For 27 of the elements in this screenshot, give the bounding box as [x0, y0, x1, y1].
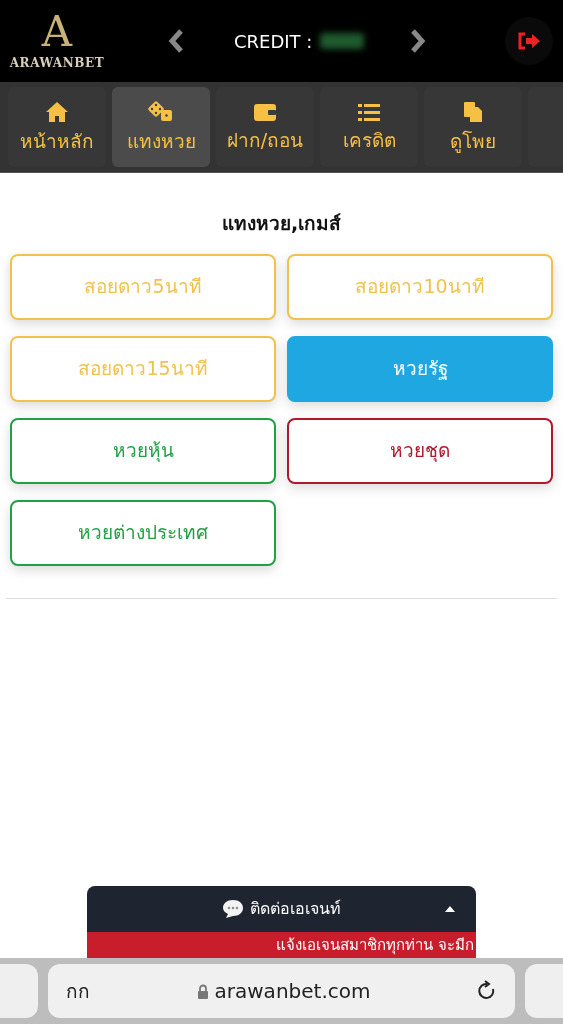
nav-tab[interactable]: หน้าหลัก: [8, 87, 106, 167]
home-icon: [45, 101, 69, 123]
nav-tab[interactable]: แทงหวย: [112, 87, 210, 167]
game-button[interactable]: หวยชุด: [287, 417, 553, 484]
blurred-credit-value: [320, 33, 365, 49]
address-bar[interactable]: กก arawanbet.com: [48, 964, 515, 1018]
logo-letter: A: [41, 10, 73, 54]
nav-tab[interactable]: เครดิต: [320, 87, 418, 167]
section-title: แทงหวย,เกมส์: [220, 211, 343, 236]
text-size-button[interactable]: กก: [66, 976, 90, 1006]
reload-icon[interactable]: [477, 980, 497, 1002]
list-icon: [357, 102, 381, 122]
chat-header-button[interactable]: ติดต่อเอเจนท์: [87, 886, 476, 932]
logout-icon: [517, 32, 541, 50]
nav-tab[interactable]: ฝาก/ถอน: [216, 87, 314, 167]
nav-tab[interactable]: ดูโพย: [424, 87, 522, 167]
credit-label: CREDIT :: [234, 29, 313, 54]
logout-button[interactable]: [505, 17, 553, 65]
chat-bubble-icon: [222, 899, 244, 919]
brand-name: ARAWANBET: [9, 55, 105, 72]
notice-text: แจ้งเอเจนสมาชิกทุกท่าน จะมีก: [276, 934, 474, 957]
lock-icon: [196, 983, 209, 999]
game-button[interactable]: หวยต่างประเทศ: [10, 499, 276, 566]
documents-icon: [462, 101, 484, 123]
wallet-icon: [253, 102, 277, 122]
dice-icon: [147, 101, 175, 123]
url-text: arawanbet.com: [214, 978, 371, 1005]
